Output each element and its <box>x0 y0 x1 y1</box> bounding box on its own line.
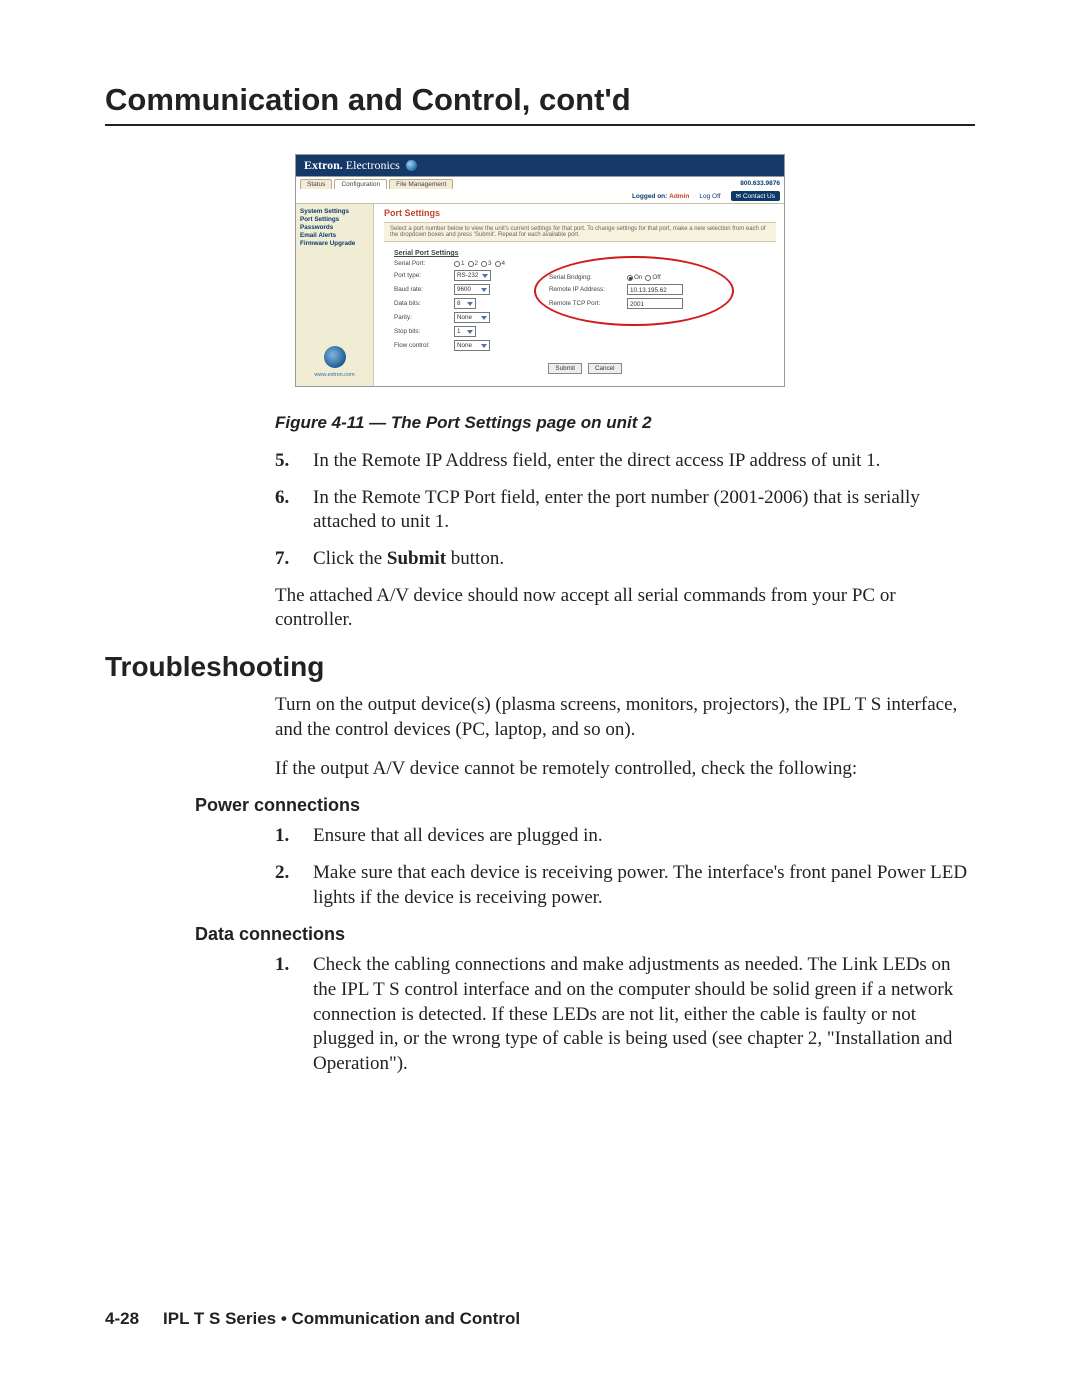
label-parity: Parity: <box>394 314 450 321</box>
screenshot-topright: 800.633.9876 <box>736 178 784 189</box>
data-connections-list: 1.Check the cabling connections and make… <box>275 953 975 1076</box>
stop-bits-select[interactable]: 1 <box>454 326 476 337</box>
power-connections-heading: Power connections <box>195 795 975 816</box>
screenshot-tabs: Status Configuration File Management <box>296 177 457 189</box>
globe-icon <box>406 160 417 171</box>
screenshot-sidebar: System Settings Port Settings Passwords … <box>296 204 374 386</box>
troubleshooting-heading: Troubleshooting <box>105 651 975 683</box>
label-stop-bits: Stop bits: <box>394 328 450 335</box>
remote-ip-input[interactable]: 10.13.195.62 <box>627 284 683 295</box>
serial-port-settings-title: Serial Port Settings <box>394 250 776 257</box>
label-remote-ip: Remote IP Address: <box>549 286 623 293</box>
tab-status[interactable]: Status <box>300 179 332 189</box>
logged-on-label: Logged on: <box>632 193 667 200</box>
label-serial-bridging: Serial Bridging: <box>549 274 623 281</box>
phone-number: 800.633.9876 <box>740 180 780 187</box>
list-item: 5. In the Remote IP Address field, enter… <box>275 449 975 474</box>
baud-rate-select[interactable]: 9600 <box>454 284 490 295</box>
log-off-link[interactable]: Log Off <box>699 193 720 200</box>
page-footer: 4-28 IPL T S Series • Communication and … <box>105 1309 975 1329</box>
label-port-type: Port type: <box>394 272 450 279</box>
sidebar-item-firmware-upgrade[interactable]: Firmware Upgrade <box>300 240 369 247</box>
remote-tcp-input[interactable]: 2001 <box>627 298 683 309</box>
sidebar-item-passwords[interactable]: Passwords <box>300 224 369 231</box>
paragraph: Turn on the output device(s) (plasma scr… <box>275 693 975 742</box>
serial-bridging-off-radio[interactable]: Off <box>645 274 660 281</box>
sidebar-item-system-settings[interactable]: System Settings <box>300 208 369 215</box>
numbered-steps: 5. In the Remote IP Address field, enter… <box>275 449 975 572</box>
sidebar-url[interactable]: www.extron.com <box>300 372 369 378</box>
label-serial-port: Serial Port: <box>394 260 450 267</box>
port-settings-heading: Port Settings <box>384 208 776 218</box>
label-flow-control: Flow control: <box>394 342 450 349</box>
contact-us-button[interactable]: ✉ Contact Us <box>731 191 780 201</box>
submit-button[interactable]: Submit <box>548 363 582 374</box>
data-connections-heading: Data connections <box>195 924 975 945</box>
figure-caption: Figure 4-11 — The Port Settings page on … <box>275 413 975 433</box>
page-number: 4-28 <box>105 1309 139 1329</box>
list-item: 1.Ensure that all devices are plugged in… <box>275 824 975 849</box>
list-item: 7. Click the Submit button. <box>275 547 975 572</box>
label-baud-rate: Baud rate: <box>394 286 450 293</box>
sidebar-item-port-settings[interactable]: Port Settings <box>300 216 369 223</box>
parity-select[interactable]: None <box>454 312 490 323</box>
cancel-button[interactable]: Cancel <box>588 363 622 374</box>
label-data-bits: Data bits: <box>394 300 450 307</box>
brand-text: Extron. Electronics <box>304 158 400 173</box>
logged-on-value: Admin <box>669 193 689 200</box>
embedded-screenshot: Extron. Electronics Status Configuration… <box>295 154 785 387</box>
paragraph: The attached A/V device should now accep… <box>275 584 975 633</box>
flow-control-select[interactable]: None <box>454 340 490 351</box>
extron-logo-icon <box>324 346 346 368</box>
serial-port-radios[interactable]: 1 2 3 4 <box>454 260 505 267</box>
page-title: Communication and Control, cont'd <box>105 82 975 126</box>
power-connections-list: 1.Ensure that all devices are plugged in… <box>275 824 975 910</box>
list-item: 6. In the Remote TCP Port field, enter t… <box>275 486 975 535</box>
list-item: 2.Make sure that each device is receivin… <box>275 861 975 910</box>
sidebar-item-email-alerts[interactable]: Email Alerts <box>300 232 369 239</box>
port-settings-description: Select a port number below to view the u… <box>384 222 776 242</box>
port-type-select[interactable]: RS-232 <box>454 270 491 281</box>
footer-text: IPL T S Series • Communication and Contr… <box>163 1309 520 1329</box>
tab-configuration[interactable]: Configuration <box>334 179 387 189</box>
tab-file-management[interactable]: File Management <box>389 179 453 189</box>
list-item: 1.Check the cabling connections and make… <box>275 953 975 1076</box>
label-remote-tcp: Remote TCP Port: <box>549 300 623 307</box>
screenshot-header: Extron. Electronics <box>296 155 784 176</box>
paragraph: If the output A/V device cannot be remot… <box>275 757 975 782</box>
serial-bridging-on-radio[interactable]: On <box>627 274 642 281</box>
data-bits-select[interactable]: 8 <box>454 298 476 309</box>
